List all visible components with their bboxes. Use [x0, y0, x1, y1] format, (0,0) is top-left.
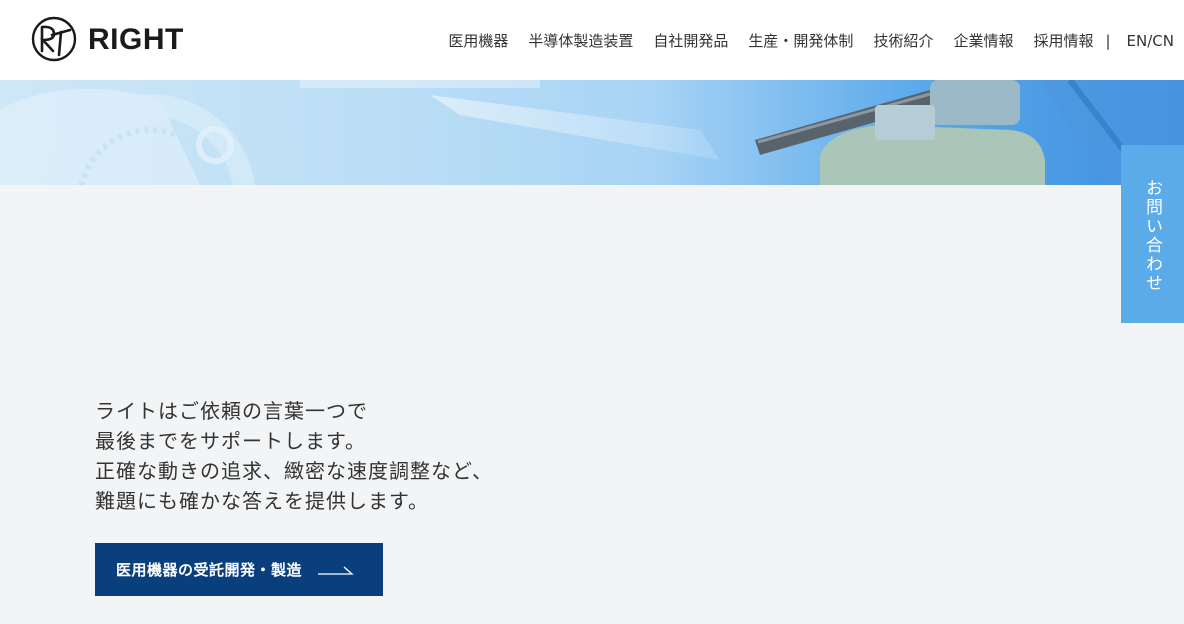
nav-item-semiconductor[interactable]: 半導体製造装置	[528, 30, 633, 51]
contact-label: お問い合わせ	[1142, 179, 1162, 293]
medical-contract-dev-button[interactable]: 医用機器の受託開発・製造	[95, 543, 383, 596]
tagline-line: 難題にも確かな答えを提供します。	[95, 489, 429, 513]
cta-label: 医用機器の受託開発・製造	[116, 561, 303, 579]
machinery-photo-illustration	[0, 80, 1184, 185]
site-header: RIGHT 医用機器 半導体製造装置 自社開発品 生産・開発体制 技術紹介 企業…	[0, 0, 1184, 80]
language-switch[interactable]: EN/CN	[1127, 32, 1174, 50]
nav-item-technology[interactable]: 技術紹介	[873, 30, 933, 51]
tagline-line: 最後までをサポートします。	[95, 429, 366, 453]
nav-item-own-products[interactable]: 自社開発品	[653, 30, 728, 51]
brand-wordmark: RIGHT	[88, 23, 184, 56]
long-arrow-right-icon	[318, 566, 354, 575]
hero-banner-image	[0, 80, 1184, 185]
nav-separator: |	[1105, 31, 1111, 50]
tagline-line: ライトはご依頼の言葉一つで	[95, 399, 368, 423]
main-nav: 医用機器 半導体製造装置 自社開発品 生産・開発体制 技術紹介 企業情報 採用情…	[428, 30, 1174, 51]
nav-item-production[interactable]: 生産・開発体制	[748, 30, 853, 51]
nav-item-recruit[interactable]: 採用情報	[1033, 30, 1093, 51]
rt-logo-icon	[31, 16, 77, 62]
nav-item-company[interactable]: 企業情報	[953, 30, 1013, 51]
brand-logo[interactable]: RIGHT	[30, 16, 184, 64]
contact-side-tab[interactable]: お問い合わせ	[1121, 145, 1184, 323]
nav-item-medical[interactable]: 医用機器	[448, 30, 508, 51]
hero-tagline: ライトはご依頼の言葉一つで 最後までをサポートします。 正確な動きの追求、緻密な…	[95, 396, 493, 516]
tagline-line: 正確な動きの追求、緻密な速度調整など、	[95, 459, 493, 483]
